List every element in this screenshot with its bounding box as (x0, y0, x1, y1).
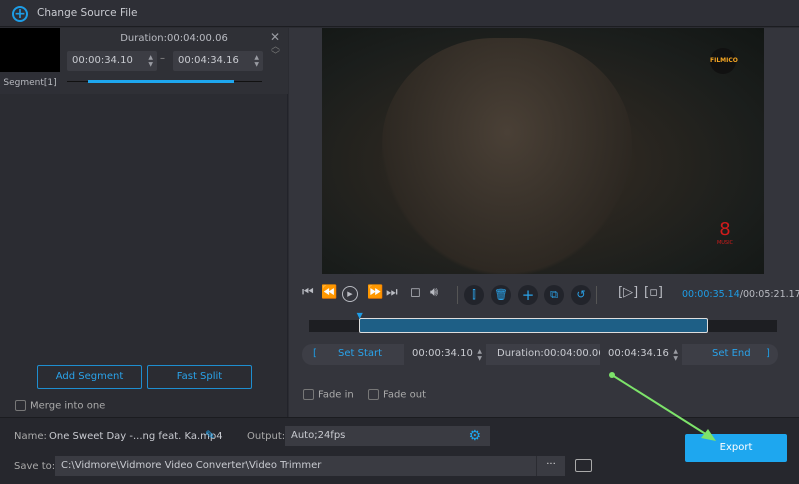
arrow-head-icon (701, 429, 716, 441)
arrow-line (611, 374, 713, 439)
annotation-arrow (609, 372, 716, 441)
